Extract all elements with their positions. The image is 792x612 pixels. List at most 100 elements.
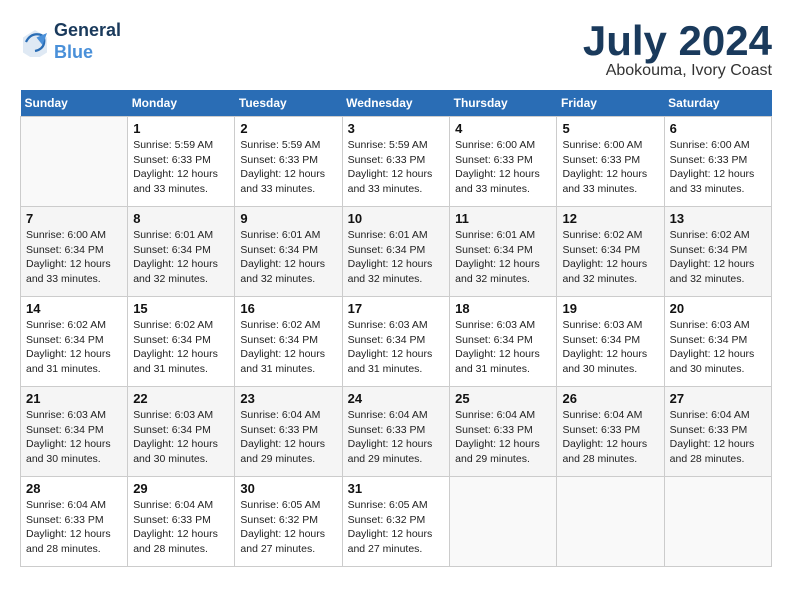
- calendar-cell: 6Sunrise: 6:00 AM Sunset: 6:33 PM Daylig…: [664, 117, 771, 207]
- day-number: 4: [455, 121, 551, 136]
- day-info: Sunrise: 6:03 AM Sunset: 6:34 PM Dayligh…: [133, 408, 229, 467]
- day-number: 25: [455, 391, 551, 406]
- day-info: Sunrise: 6:02 AM Sunset: 6:34 PM Dayligh…: [240, 318, 336, 377]
- logo: General Blue: [20, 20, 121, 63]
- calendar-cell: 9 Sunrise: 6:01 AM Sunset: 6:34 PM Daylig…: [235, 207, 342, 297]
- day-number: 3: [348, 121, 445, 136]
- calendar-cell: 28Sunrise: 6:04 AM Sunset: 6:33 PM Dayli…: [21, 477, 128, 567]
- day-number: 9: [240, 211, 336, 226]
- calendar-cell: 24Sunrise: 6:04 AM Sunset: 6:33 PM Dayli…: [342, 387, 450, 477]
- weekday-header: Friday: [557, 90, 664, 117]
- calendar-cell: 17 Sunrise: 6:03 AM Sunset: 6:34 PM Dayli…: [342, 297, 450, 387]
- day-number: 27: [670, 391, 766, 406]
- calendar-cell: 12Sunrise: 6:02 AM Sunset: 6:34 PM Dayli…: [557, 207, 664, 297]
- day-number: 17: [348, 301, 445, 316]
- day-info: Sunrise: 6:00 AM Sunset: 6:34 PM Dayligh…: [26, 228, 122, 287]
- day-number: 10: [348, 211, 445, 226]
- day-info: Sunrise: 6:01 AM Sunset: 6:34 PM Dayligh…: [240, 228, 336, 287]
- calendar-cell: 3 Sunrise: 5:59 AM Sunset: 6:33 PM Daylig…: [342, 117, 450, 207]
- calendar-cell: 30Sunrise: 6:05 AM Sunset: 6:32 PM Dayli…: [235, 477, 342, 567]
- title-block: July 2024 Abokouma, Ivory Coast: [583, 20, 772, 80]
- calendar-cell: 21 Sunrise: 6:03 AM Sunset: 6:34 PM Dayli…: [21, 387, 128, 477]
- calendar-cell: 18 Sunrise: 6:03 AM Sunset: 6:34 PM Dayli…: [450, 297, 557, 387]
- calendar-cell: 23 Sunrise: 6:04 AM Sunset: 6:33 PM Dayli…: [235, 387, 342, 477]
- day-number: 1: [133, 121, 229, 136]
- calendar-cell: 10Sunrise: 6:01 AM Sunset: 6:34 PM Dayli…: [342, 207, 450, 297]
- day-info: Sunrise: 6:03 AM Sunset: 6:34 PM Dayligh…: [670, 318, 766, 377]
- weekday-header: Saturday: [664, 90, 771, 117]
- day-number: 31: [348, 481, 445, 496]
- day-info: Sunrise: 6:04 AM Sunset: 6:33 PM Dayligh…: [133, 498, 229, 557]
- day-number: 21: [26, 391, 122, 406]
- day-number: 26: [562, 391, 658, 406]
- weekday-header: Monday: [128, 90, 235, 117]
- logo-text: General Blue: [54, 20, 121, 63]
- calendar-week-row: 28 Sunrise: 6:04 AM Sunset: 6:33 PM Dayli…: [21, 477, 772, 567]
- logo-line1: General: [54, 20, 121, 42]
- day-info: Sunrise: 6:04 AM Sunset: 6:33 PM Dayligh…: [348, 408, 445, 467]
- day-number: 12: [562, 211, 658, 226]
- day-number: 28: [26, 481, 122, 496]
- day-info: Sunrise: 6:05 AM Sunset: 6:32 PM Dayligh…: [348, 498, 445, 557]
- day-info: Sunrise: 6:05 AM Sunset: 6:32 PM Dayligh…: [240, 498, 336, 557]
- calendar-cell: 22 Sunrise: 6:03 AM Sunset: 6:34 PM Dayli…: [128, 387, 235, 477]
- page-header: General Blue July 2024 Abokouma, Ivory C…: [20, 20, 772, 80]
- calendar-cell: 11 Sunrise: 6:01 AM Sunset: 6:34 PM Dayli…: [450, 207, 557, 297]
- day-number: 29: [133, 481, 229, 496]
- calendar-week-row: 7 Sunrise: 6:00 AM Sunset: 6:34 PM Daylig…: [21, 207, 772, 297]
- day-info: Sunrise: 6:02 AM Sunset: 6:34 PM Dayligh…: [133, 318, 229, 377]
- day-info: Sunrise: 6:02 AM Sunset: 6:34 PM Dayligh…: [26, 318, 122, 377]
- day-number: 5: [562, 121, 658, 136]
- day-info: Sunrise: 6:00 AM Sunset: 6:33 PM Dayligh…: [670, 138, 766, 197]
- day-number: 18: [455, 301, 551, 316]
- day-number: 19: [562, 301, 658, 316]
- day-info: Sunrise: 6:03 AM Sunset: 6:34 PM Dayligh…: [348, 318, 445, 377]
- calendar-week-row: 14 Sunrise: 6:02 AM Sunset: 6:34 PM Dayli…: [21, 297, 772, 387]
- day-number: 13: [670, 211, 766, 226]
- calendar-cell: 16Sunrise: 6:02 AM Sunset: 6:34 PM Dayli…: [235, 297, 342, 387]
- weekday-header: Sunday: [21, 90, 128, 117]
- calendar-cell: 15 Sunrise: 6:02 AM Sunset: 6:34 PM Dayli…: [128, 297, 235, 387]
- calendar-cell: 29 Sunrise: 6:04 AM Sunset: 6:33 PM Dayli…: [128, 477, 235, 567]
- calendar-week-row: 21 Sunrise: 6:03 AM Sunset: 6:34 PM Dayli…: [21, 387, 772, 477]
- calendar-cell: 7 Sunrise: 6:00 AM Sunset: 6:34 PM Daylig…: [21, 207, 128, 297]
- day-info: Sunrise: 6:03 AM Sunset: 6:34 PM Dayligh…: [455, 318, 551, 377]
- calendar-cell: 14 Sunrise: 6:02 AM Sunset: 6:34 PM Dayli…: [21, 297, 128, 387]
- weekday-header: Thursday: [450, 90, 557, 117]
- weekday-header: Tuesday: [235, 90, 342, 117]
- day-info: Sunrise: 6:01 AM Sunset: 6:34 PM Dayligh…: [133, 228, 229, 287]
- day-number: 22: [133, 391, 229, 406]
- calendar-cell: 25Sunrise: 6:04 AM Sunset: 6:33 PM Dayli…: [450, 387, 557, 477]
- location: Abokouma, Ivory Coast: [583, 62, 772, 80]
- day-number: 7: [26, 211, 122, 226]
- calendar-cell: 5 Sunrise: 6:00 AM Sunset: 6:33 PM Daylig…: [557, 117, 664, 207]
- day-info: Sunrise: 6:04 AM Sunset: 6:33 PM Dayligh…: [562, 408, 658, 467]
- calendar-cell: 31 Sunrise: 6:05 AM Sunset: 6:32 PM Dayli…: [342, 477, 450, 567]
- day-info: Sunrise: 6:00 AM Sunset: 6:33 PM Dayligh…: [562, 138, 658, 197]
- day-info: Sunrise: 6:01 AM Sunset: 6:34 PM Dayligh…: [455, 228, 551, 287]
- day-info: Sunrise: 6:03 AM Sunset: 6:34 PM Dayligh…: [562, 318, 658, 377]
- calendar-cell: 20Sunrise: 6:03 AM Sunset: 6:34 PM Dayli…: [664, 297, 771, 387]
- day-info: Sunrise: 6:04 AM Sunset: 6:33 PM Dayligh…: [240, 408, 336, 467]
- day-number: 15: [133, 301, 229, 316]
- day-info: Sunrise: 6:03 AM Sunset: 6:34 PM Dayligh…: [26, 408, 122, 467]
- calendar-cell: 4 Sunrise: 6:00 AM Sunset: 6:33 PM Daylig…: [450, 117, 557, 207]
- calendar-cell: [557, 477, 664, 567]
- day-info: Sunrise: 5:59 AM Sunset: 6:33 PM Dayligh…: [133, 138, 229, 197]
- calendar-cell: 26 Sunrise: 6:04 AM Sunset: 6:33 PM Dayli…: [557, 387, 664, 477]
- logo-icon: [20, 27, 50, 57]
- calendar-header: SundayMondayTuesdayWednesdayThursdayFrid…: [21, 90, 772, 117]
- calendar-cell: 13Sunrise: 6:02 AM Sunset: 6:34 PM Dayli…: [664, 207, 771, 297]
- calendar-cell: [450, 477, 557, 567]
- weekday-header: Wednesday: [342, 90, 450, 117]
- calendar-body: 1 Sunrise: 5:59 AM Sunset: 6:33 PM Daylig…: [21, 117, 772, 567]
- day-number: 23: [240, 391, 336, 406]
- calendar-cell: [21, 117, 128, 207]
- day-number: 8: [133, 211, 229, 226]
- logo-line2: Blue: [54, 42, 93, 62]
- day-info: Sunrise: 6:00 AM Sunset: 6:33 PM Dayligh…: [455, 138, 551, 197]
- day-number: 11: [455, 211, 551, 226]
- day-info: Sunrise: 5:59 AM Sunset: 6:33 PM Dayligh…: [348, 138, 445, 197]
- calendar-cell: 1 Sunrise: 5:59 AM Sunset: 6:33 PM Daylig…: [128, 117, 235, 207]
- day-number: 14: [26, 301, 122, 316]
